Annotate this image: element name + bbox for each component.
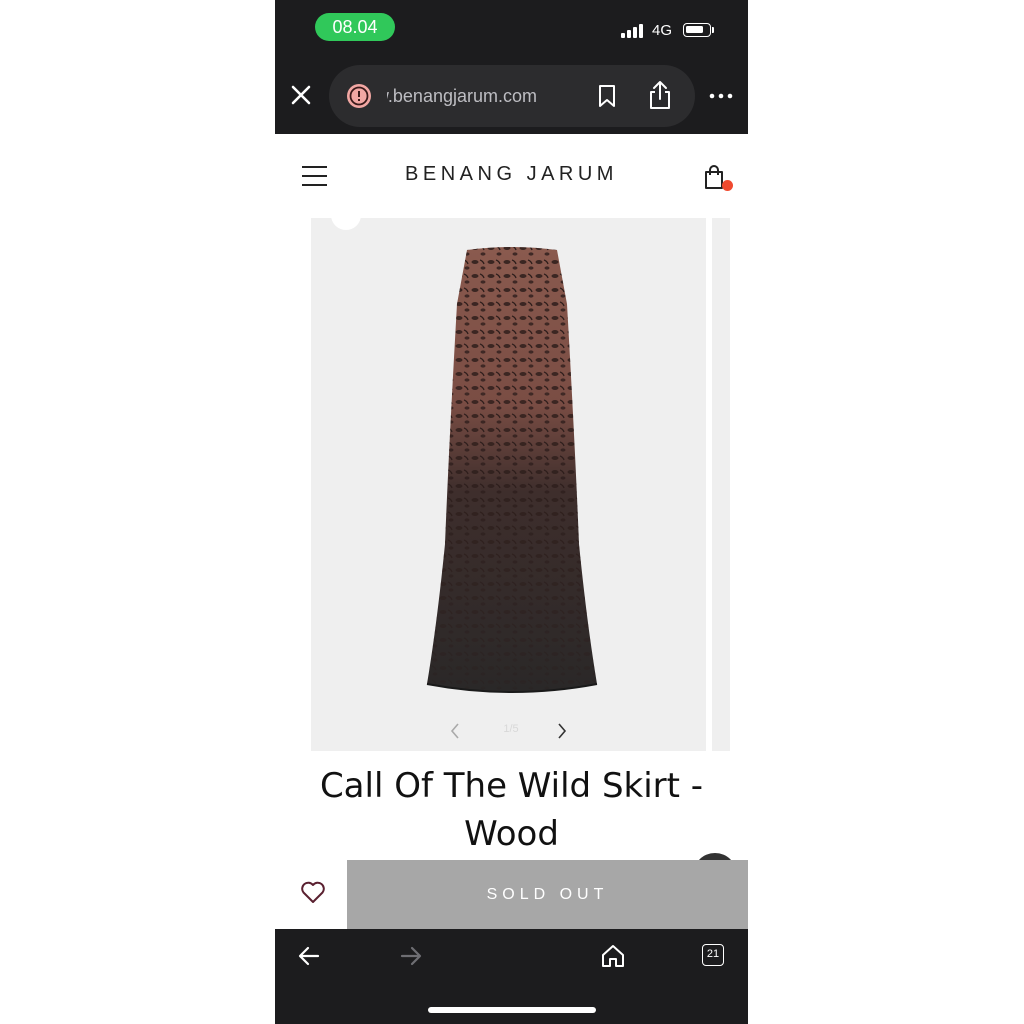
- purchase-bar: SOLD OUT: [275, 860, 748, 929]
- image-counter: 1/5: [503, 723, 519, 735]
- status-time[interactable]: 08.04: [315, 13, 395, 41]
- chevron-right-icon[interactable]: [556, 722, 568, 740]
- browser-top-bar: www.benangjarum.com: [275, 56, 748, 134]
- tabs-icon[interactable]: 21: [702, 944, 724, 966]
- home-indicator[interactable]: [428, 1007, 596, 1013]
- site-logo[interactable]: BENANG JARUM: [275, 163, 748, 186]
- wishlist-button[interactable]: [275, 860, 347, 929]
- network-type: 4G: [652, 22, 673, 39]
- web-page: BENANG JARUM 1/5 Call Of The Wild Skirt …: [275, 134, 748, 929]
- share-icon[interactable]: [647, 80, 673, 110]
- home-icon[interactable]: [600, 943, 626, 969]
- browser-toolbar: 21: [275, 929, 748, 1024]
- more-icon[interactable]: [709, 86, 733, 106]
- close-icon[interactable]: [287, 81, 315, 109]
- bookmark-icon[interactable]: [596, 84, 618, 108]
- next-image-preview[interactable]: [712, 218, 730, 751]
- product-title: Call Of The Wild Skirt - Wood: [319, 766, 704, 854]
- heart-icon[interactable]: [300, 880, 326, 904]
- status-bar: 08.04 4G: [275, 0, 748, 56]
- product-image[interactable]: [407, 244, 617, 704]
- sold-out-button[interactable]: SOLD OUT: [347, 860, 748, 929]
- url-text[interactable]: www.benangjarum.com: [387, 84, 537, 108]
- phone-screen: 08.04 4G www.benangjarum.com: [275, 0, 748, 1024]
- battery-icon: [683, 23, 711, 37]
- cart-badge: [722, 180, 733, 191]
- battery-nub: [712, 27, 714, 33]
- address-bar[interactable]: www.benangjarum.com: [329, 65, 695, 127]
- chevron-left-icon[interactable]: [449, 722, 461, 740]
- warning-icon[interactable]: [346, 83, 372, 109]
- forward-arrow-icon[interactable]: [399, 945, 423, 967]
- product-gallery[interactable]: 1/5: [311, 200, 706, 751]
- gallery-badge[interactable]: [331, 200, 361, 230]
- signal-icon: [621, 24, 645, 38]
- back-arrow-icon[interactable]: [297, 945, 321, 967]
